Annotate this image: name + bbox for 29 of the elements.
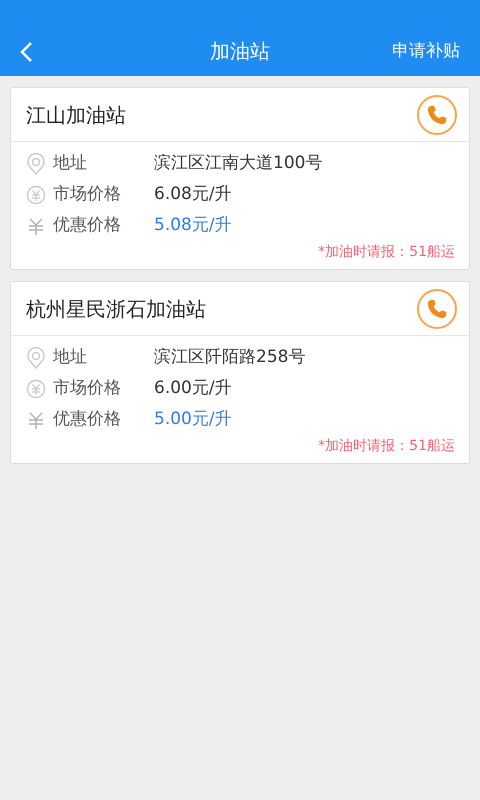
- station-name: 杭州星民浙石加油站: [26, 296, 206, 322]
- header-title: 加油站: [210, 38, 270, 65]
- field-label: 优惠价格: [53, 408, 122, 431]
- field-value: 6.08元/升: [154, 182, 232, 206]
- call-button[interactable]: [417, 94, 457, 134]
- field-label: 地址: [53, 152, 88, 175]
- yen-circle-icon: [26, 378, 46, 398]
- apply-subsidy-button[interactable]: 申请补贴: [392, 39, 460, 65]
- back-icon: [19, 41, 33, 63]
- yen-circle-icon: [26, 184, 46, 204]
- field-value: 滨江区阡陌路258号: [154, 346, 306, 369]
- location-pin-icon: [26, 346, 46, 368]
- field-value: 6.00元/升: [154, 376, 232, 400]
- phone-icon: [426, 104, 448, 126]
- phone-icon: [426, 298, 448, 320]
- field-label: 市场价格: [53, 182, 122, 206]
- field-value: 5.08元/升: [154, 214, 232, 237]
- note-text: *加油时请报：51船运: [318, 437, 455, 456]
- call-button[interactable]: [417, 288, 457, 328]
- yen-icon: [26, 410, 46, 430]
- field-label: 优惠价格: [53, 214, 122, 237]
- station-name: 江山加油站: [26, 102, 126, 128]
- field-label: 地址: [53, 346, 88, 369]
- field-label: 市场价格: [53, 376, 122, 400]
- yen-icon: [26, 216, 46, 236]
- location-pin-icon: [26, 152, 46, 174]
- field-value: 滨江区江南大道100号: [154, 152, 322, 175]
- field-value: 5.00元/升: [154, 408, 232, 431]
- note-text: *加油时请报：51船运: [318, 243, 455, 262]
